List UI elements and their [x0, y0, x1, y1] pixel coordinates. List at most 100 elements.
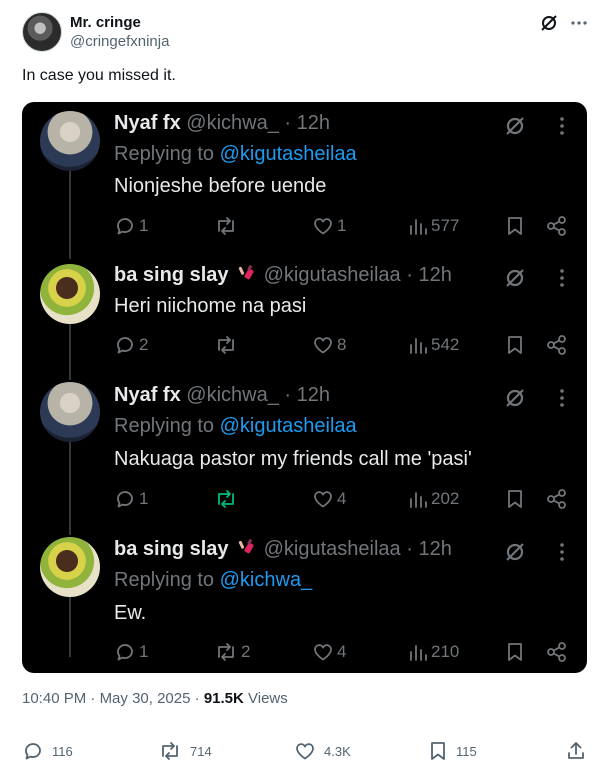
share-icon — [547, 335, 566, 355]
reply-text: Nionjeshe before uende — [114, 175, 327, 197]
reply-name[interactable]: Nyaf fx — [114, 112, 181, 134]
author-avatar[interactable] — [22, 12, 62, 52]
reply-name[interactable]: ba sing slay — [114, 264, 229, 286]
author-handle[interactable]: @cringefxninja — [70, 33, 169, 50]
reply-time: · 12h — [284, 384, 330, 406]
heart-icon — [296, 743, 314, 760]
share-button[interactable] — [565, 738, 587, 764]
reply-time: · 12h — [406, 264, 452, 286]
grok-icon[interactable] — [503, 114, 527, 138]
reply-button[interactable]: 1 — [114, 640, 148, 664]
views-button[interactable]: 542 — [408, 333, 459, 357]
repost-button[interactable] — [214, 487, 241, 511]
share-button[interactable] — [545, 333, 569, 357]
replying-to: Replying to @kichwa_ — [114, 569, 313, 591]
reply-text: Ew. — [114, 602, 147, 624]
reply-icon — [117, 491, 133, 508]
tweet-action-bar: 116 714 4.3K 115 — [22, 738, 592, 764]
like-button[interactable]: 1 — [312, 214, 346, 238]
reply-handle[interactable]: @kigutasheilaa — [264, 538, 401, 560]
grok-icon[interactable] — [538, 12, 560, 34]
repost-icon — [218, 336, 234, 354]
reply-icon — [117, 337, 133, 354]
mention-link[interactable]: @kichwa_ — [220, 569, 313, 591]
views-button[interactable]: 202 — [408, 487, 459, 511]
like-button[interactable]: 4 — [312, 487, 346, 511]
more-icon[interactable] — [552, 540, 572, 564]
reply-handle[interactable]: @kichwa_ — [186, 384, 279, 406]
reply-count: 2 — [139, 335, 149, 354]
reply-name[interactable]: ba sing slay — [114, 538, 229, 560]
replying-to: Replying to @kigutasheilaa — [114, 415, 357, 437]
tweet-time[interactable]: 10:40 PM — [22, 690, 86, 707]
views-button[interactable]: 577 — [408, 214, 459, 238]
reply-name[interactable]: Nyaf fx — [114, 384, 181, 406]
more-icon[interactable] — [552, 386, 572, 410]
reply-icon — [25, 743, 41, 760]
bookmark-icon — [431, 742, 445, 760]
more-icon[interactable] — [552, 114, 572, 138]
reply-avatar[interactable] — [40, 382, 100, 442]
reply-icon — [117, 218, 133, 235]
repost-count: 2 — [241, 642, 251, 661]
reply-button[interactable]: 2 — [114, 333, 148, 357]
bookmark-button[interactable] — [505, 333, 525, 357]
bookmark-button[interactable] — [505, 487, 525, 511]
like-button[interactable]: 8 — [312, 333, 346, 357]
reply-count: 1 — [139, 642, 149, 661]
views-button[interactable]: 210 — [408, 640, 459, 664]
tweet-date[interactable]: May 30, 2025 — [100, 690, 191, 707]
bookmark-icon — [508, 490, 522, 508]
share-icon — [547, 489, 566, 509]
bookmark-icon — [508, 217, 522, 235]
grok-icon[interactable] — [503, 540, 527, 564]
grok-icon[interactable] — [503, 386, 527, 410]
heart-icon — [314, 337, 332, 354]
embedded-thread-image[interactable]: Nyaf fx @kichwa_ · 12h Replying to @kigu… — [22, 102, 587, 673]
bookmark-button[interactable] — [505, 214, 525, 238]
repost-button[interactable]: 2 — [214, 640, 250, 664]
repost-button[interactable] — [214, 333, 241, 357]
bookmark-button[interactable] — [505, 640, 525, 664]
views-count: 210 — [431, 642, 460, 661]
replying-to: Replying to @kigutasheilaa — [114, 143, 357, 165]
views-count: 202 — [431, 489, 460, 508]
reply-actions: 1 2 4 210 — [114, 640, 574, 664]
reply-handle[interactable]: @kichwa_ — [186, 112, 279, 134]
mention-link[interactable]: @kigutasheilaa — [220, 415, 357, 437]
thread-line — [69, 164, 71, 259]
reply-handle[interactable]: @kigutasheilaa — [264, 264, 401, 286]
more-icon[interactable] — [568, 12, 590, 34]
like-count: 1 — [337, 216, 347, 235]
author-name[interactable]: Mr. cringe — [70, 14, 141, 31]
reply-avatar[interactable] — [40, 537, 100, 597]
heart-icon — [314, 644, 332, 661]
share-icon — [547, 216, 566, 236]
reply-header: ba sing slay @kigutasheilaa · 12h — [114, 264, 452, 287]
share-button[interactable] — [545, 487, 569, 511]
reply-avatar[interactable] — [40, 264, 100, 324]
reply-time: · 12h — [284, 112, 330, 134]
reply-button[interactable]: 116 — [22, 738, 73, 764]
reply-icon — [117, 644, 133, 661]
reply-count: 1 — [139, 216, 149, 235]
more-icon[interactable] — [552, 266, 572, 290]
bookmark-button[interactable]: 115 — [428, 738, 477, 764]
mention-link[interactable]: @kigutasheilaa — [220, 143, 357, 165]
share-button[interactable] — [545, 640, 569, 664]
repost-button[interactable]: 714 — [158, 738, 212, 764]
like-button[interactable]: 4.3K — [294, 738, 351, 764]
grok-icon[interactable] — [503, 266, 527, 290]
reply-count: 116 — [52, 743, 73, 759]
like-count: 4 — [337, 489, 347, 508]
views-icon — [410, 645, 427, 661]
reply-button[interactable]: 1 — [114, 487, 148, 511]
share-button[interactable] — [545, 214, 569, 238]
reply-avatar[interactable] — [40, 111, 100, 171]
reply-actions: 2 8 542 — [114, 333, 574, 357]
views-count: 577 — [431, 216, 460, 235]
like-button[interactable]: 4 — [312, 640, 346, 664]
reply-text: Heri niichome na pasi — [114, 295, 307, 317]
repost-button[interactable] — [214, 214, 241, 238]
reply-button[interactable]: 1 — [114, 214, 148, 238]
